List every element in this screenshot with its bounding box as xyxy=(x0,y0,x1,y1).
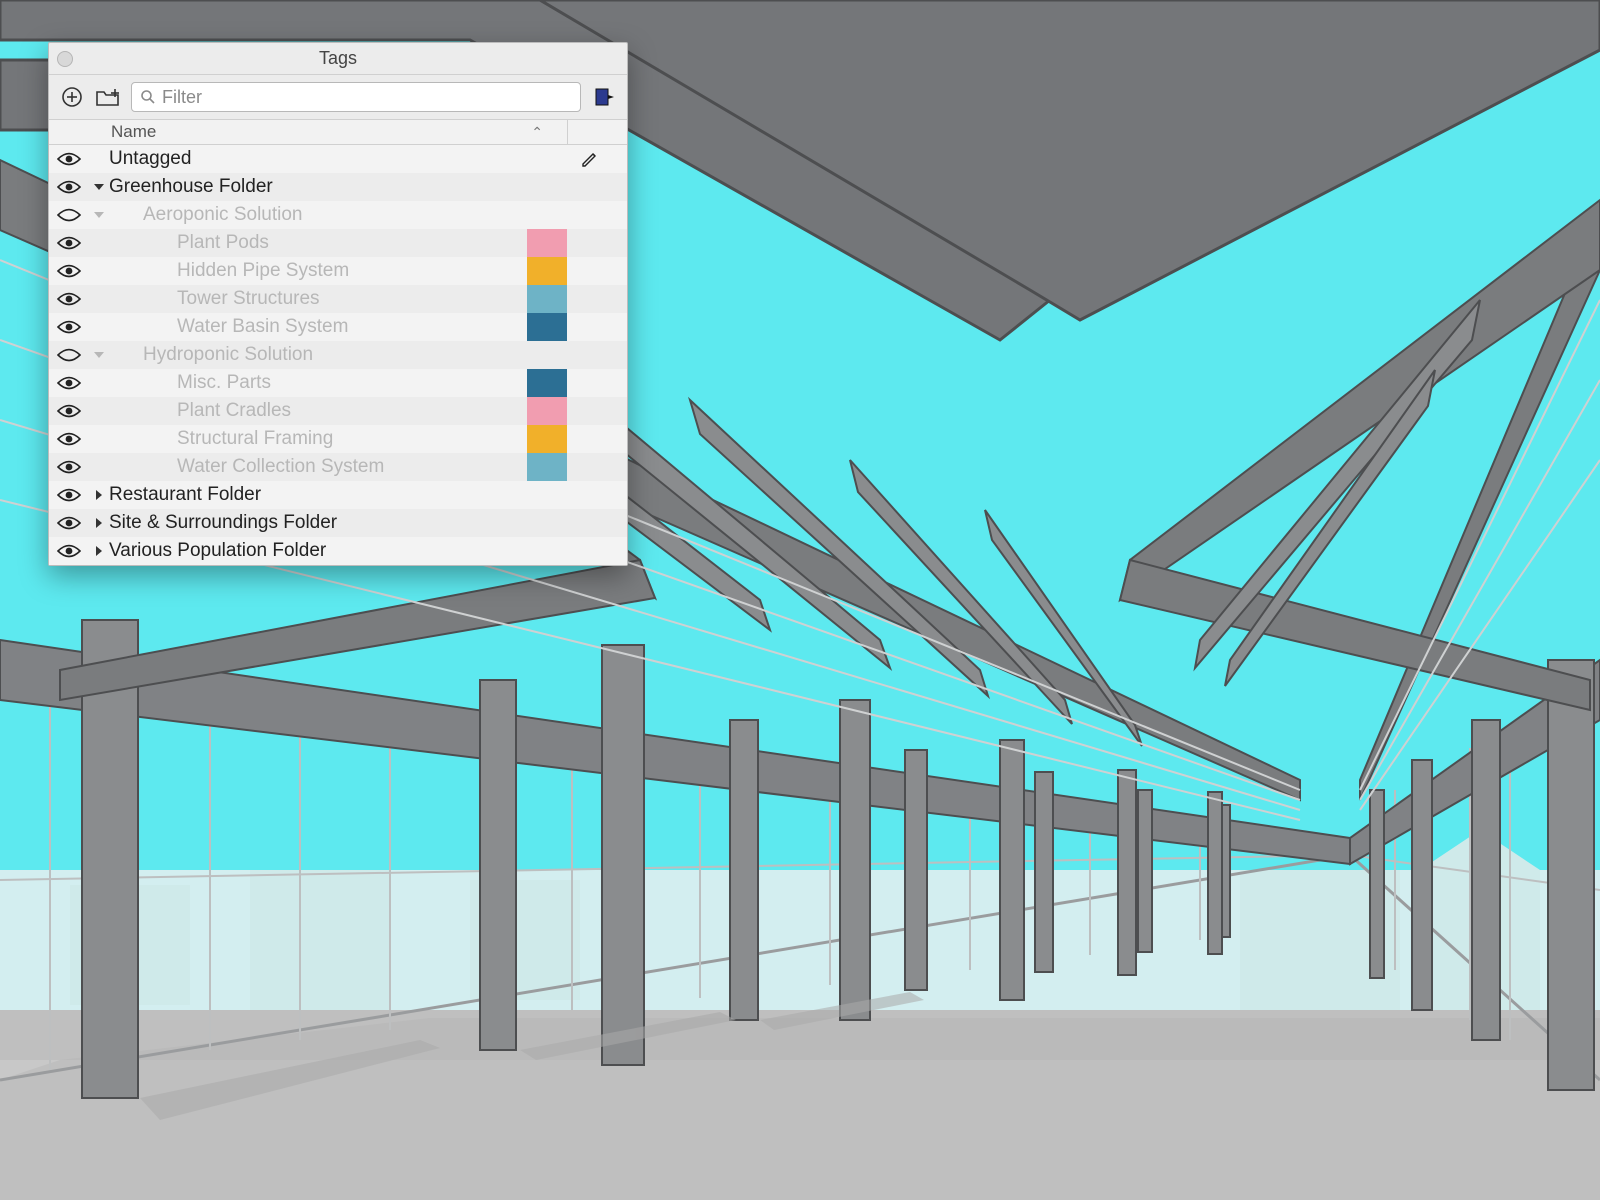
disclosure-arrow-icon[interactable] xyxy=(89,349,109,361)
color-swatch[interactable] xyxy=(527,453,567,481)
visibility-toggle[interactable] xyxy=(49,515,89,531)
visibility-toggle[interactable] xyxy=(49,347,89,363)
tag-label: Plant Pods xyxy=(177,232,269,254)
tag-label: Tower Structures xyxy=(177,288,320,310)
edit-icon[interactable] xyxy=(581,150,599,168)
tag-row[interactable]: Misc. Parts xyxy=(49,369,627,397)
color-swatch[interactable] xyxy=(527,425,567,453)
tag-label: Greenhouse Folder xyxy=(109,176,273,198)
tag-row[interactable]: Plant Cradles xyxy=(49,397,627,425)
tag-row[interactable]: Greenhouse Folder xyxy=(49,173,627,201)
tag-label: Restaurant Folder xyxy=(109,484,261,506)
disclosure-arrow-icon[interactable] xyxy=(89,209,109,221)
disclosure-arrow-icon[interactable] xyxy=(89,181,109,193)
tag-label: Hydroponic Solution xyxy=(143,344,313,366)
tag-label: Plant Cradles xyxy=(177,400,291,422)
sort-caret-icon[interactable]: ⌃ xyxy=(531,124,543,141)
column-name: Name xyxy=(111,122,156,142)
tags-panel: Tags Filter Name ⌃ Untagged Greenhouse Fo… xyxy=(48,42,628,566)
visibility-toggle[interactable] xyxy=(49,459,89,475)
color-swatch[interactable] xyxy=(527,229,567,257)
tag-row[interactable]: Aeroponic Solution xyxy=(49,201,627,229)
tag-row[interactable]: Plant Pods xyxy=(49,229,627,257)
tag-row[interactable]: Water Collection System xyxy=(49,453,627,481)
tag-row[interactable]: Tower Structures xyxy=(49,285,627,313)
tag-row[interactable]: Hidden Pipe System xyxy=(49,257,627,285)
tag-row[interactable]: Site & Surroundings Folder xyxy=(49,509,627,537)
tag-label: Structural Framing xyxy=(177,428,333,450)
add-tag-button[interactable] xyxy=(59,84,85,110)
visibility-toggle[interactable] xyxy=(49,431,89,447)
tag-row[interactable]: Untagged xyxy=(49,145,627,173)
visibility-toggle[interactable] xyxy=(49,319,89,335)
visibility-toggle[interactable] xyxy=(49,263,89,279)
column-color xyxy=(567,120,627,144)
color-swatch[interactable] xyxy=(527,313,567,341)
color-swatch[interactable] xyxy=(527,285,567,313)
panel-title: Tags xyxy=(49,48,627,69)
tag-row[interactable]: Restaurant Folder xyxy=(49,481,627,509)
tag-label: Site & Surroundings Folder xyxy=(109,512,337,534)
tag-row[interactable]: Water Basin System xyxy=(49,313,627,341)
tag-label: Aeroponic Solution xyxy=(143,204,303,226)
color-swatch[interactable] xyxy=(527,257,567,285)
search-icon xyxy=(140,89,156,105)
visibility-toggle[interactable] xyxy=(49,291,89,307)
color-swatch[interactable] xyxy=(527,397,567,425)
tag-label: Water Basin System xyxy=(177,316,348,338)
visibility-toggle[interactable] xyxy=(49,403,89,419)
visibility-toggle[interactable] xyxy=(49,543,89,559)
visibility-toggle[interactable] xyxy=(49,235,89,251)
tag-label: Various Population Folder xyxy=(109,540,326,562)
details-button[interactable] xyxy=(591,84,617,110)
tag-label: Water Collection System xyxy=(177,456,384,478)
visibility-toggle[interactable] xyxy=(49,375,89,391)
disclosure-arrow-icon[interactable] xyxy=(89,517,109,529)
visibility-toggle[interactable] xyxy=(49,207,89,223)
panel-toolbar: Filter xyxy=(49,75,627,119)
visibility-toggle[interactable] xyxy=(49,179,89,195)
disclosure-arrow-icon[interactable] xyxy=(89,489,109,501)
tag-label: Misc. Parts xyxy=(177,372,271,394)
tag-label: Hidden Pipe System xyxy=(177,260,349,282)
add-tag-folder-button[interactable] xyxy=(95,84,121,110)
visibility-toggle[interactable] xyxy=(49,487,89,503)
tag-rows: Untagged Greenhouse Folder Aeroponic Solut… xyxy=(49,145,627,565)
panel-titlebar[interactable]: Tags xyxy=(49,43,627,75)
visibility-toggle[interactable] xyxy=(49,151,89,167)
tag-label: Untagged xyxy=(109,148,191,170)
color-swatch[interactable] xyxy=(527,369,567,397)
tag-row[interactable]: Various Population Folder xyxy=(49,537,627,565)
disclosure-arrow-icon[interactable] xyxy=(89,545,109,557)
tag-row[interactable]: Structural Framing xyxy=(49,425,627,453)
filter-input[interactable]: Filter xyxy=(131,82,581,112)
tag-row[interactable]: Hydroponic Solution xyxy=(49,341,627,369)
filter-placeholder: Filter xyxy=(162,87,202,108)
column-header[interactable]: Name ⌃ xyxy=(49,119,627,145)
